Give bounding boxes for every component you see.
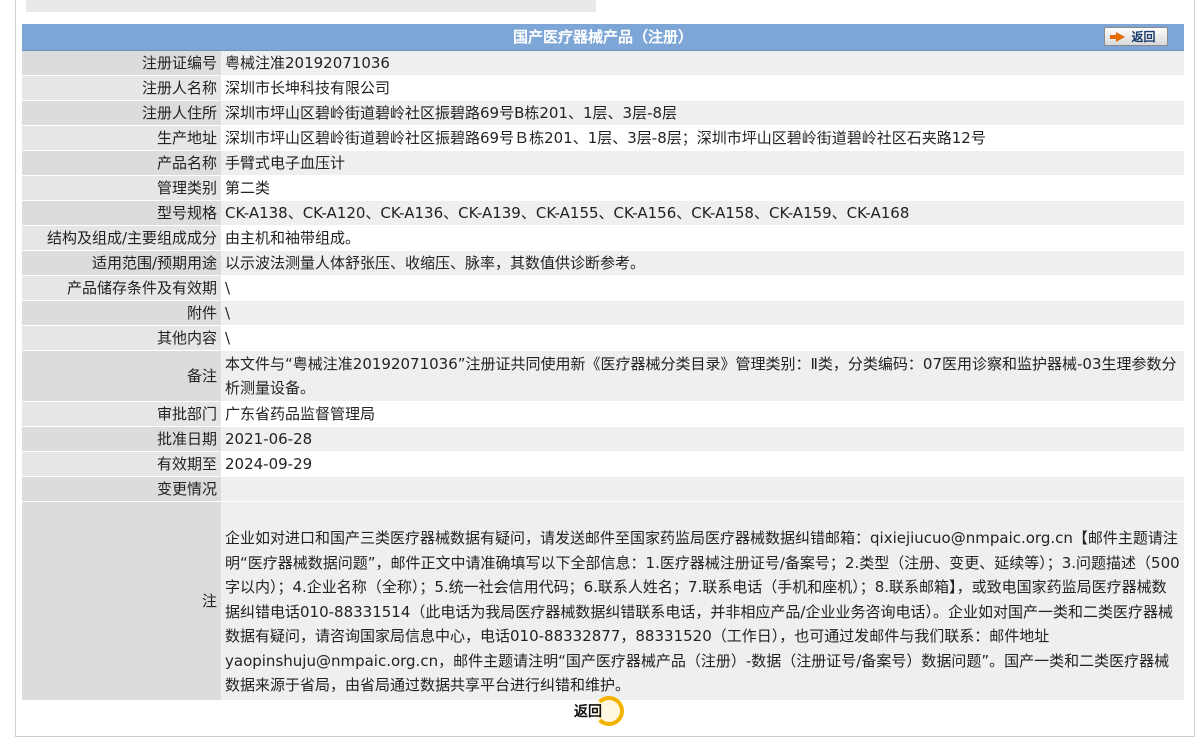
row-value: 第二类	[221, 176, 1184, 201]
row-label: 适用范围/预期用途	[22, 251, 221, 276]
row-label: 结构及组成/主要组成成分	[22, 226, 221, 251]
top-gray-bar	[26, 0, 596, 12]
row-value: \	[221, 301, 1184, 326]
table-row: 适用范围/预期用途 以示波法测量人体舒张压、收缩压、脉率，其数值供诊断参考。	[22, 251, 1184, 276]
back-button-label: 返回	[1131, 30, 1156, 44]
row-value: \	[221, 326, 1184, 351]
table-row: 有效期至 2024-09-29	[22, 452, 1184, 477]
row-label: 附件	[22, 301, 221, 326]
row-label: 注册人名称	[22, 76, 221, 101]
table-row: 批准日期 2021-06-28	[22, 427, 1184, 452]
row-label: 型号规格	[22, 201, 221, 226]
detail-panel: 国产医疗器械产品（注册） 返回 注册证编号 粤械注准20192071036 注册…	[22, 24, 1184, 701]
row-value: 以示波法测量人体舒张压、收缩压、脉率，其数值供诊断参考。	[221, 251, 1184, 276]
row-value: 广东省药品监督管理局	[221, 402, 1184, 427]
table-row: 注册证编号 粤械注准20192071036	[22, 51, 1184, 76]
back-button-bottom-label: 返回	[574, 704, 602, 720]
table-row: 审批部门 广东省药品监督管理局	[22, 402, 1184, 427]
row-value	[221, 477, 1184, 502]
row-value: CK-A138、CK-A120、CK-A136、CK-A139、CK-A155、…	[221, 201, 1184, 226]
row-value: 手臂式电子血压计	[221, 151, 1184, 176]
table-row: 注 企业如对进口和国产三类医疗器械数据有疑问，请发送邮件至国家药监局医疗器械数据…	[22, 502, 1184, 701]
table-row: 附件 \	[22, 301, 1184, 326]
row-label: 产品储存条件及有效期	[22, 276, 221, 301]
row-label: 备注	[22, 351, 221, 402]
table-row: 备注 本文件与“粤械注准20192071036”注册证共同使用新《医疗器械分类目…	[22, 351, 1184, 402]
row-label: 其他内容	[22, 326, 221, 351]
table-row: 型号规格 CK-A138、CK-A120、CK-A136、CK-A139、CK-…	[22, 201, 1184, 226]
back-button-top[interactable]: 返回	[1104, 27, 1168, 46]
row-value: 2021-06-28	[221, 427, 1184, 452]
row-value: 深圳市坪山区碧岭街道碧岭社区振碧路69号B栋201、1层、3层-8层	[221, 101, 1184, 126]
row-value: 深圳市长坤科技有限公司	[221, 76, 1184, 101]
row-value: \	[221, 276, 1184, 301]
row-value: 2024-09-29	[221, 452, 1184, 477]
detail-header: 国产医疗器械产品（注册） 返回	[22, 24, 1184, 51]
table-row: 产品名称 手臂式电子血压计	[22, 151, 1184, 176]
row-label: 有效期至	[22, 452, 221, 477]
table-row: 管理类别 第二类	[22, 176, 1184, 201]
row-label: 审批部门	[22, 402, 221, 427]
table-row: 结构及组成/主要组成成分 由主机和袖带组成。	[22, 226, 1184, 251]
table-row: 产品储存条件及有效期 \	[22, 276, 1184, 301]
row-label: 生产地址	[22, 126, 221, 151]
back-button-bottom[interactable]: 返回	[572, 696, 632, 728]
row-value: 深圳市坪山区碧岭街道碧岭社区振碧路69号Ｂ栋201、1层、3层-8层；深圳市坪山…	[221, 126, 1184, 151]
table-row: 生产地址 深圳市坪山区碧岭街道碧岭社区振碧路69号Ｂ栋201、1层、3层-8层；…	[22, 126, 1184, 151]
row-value: 粤械注准20192071036	[221, 51, 1184, 76]
page-title: 国产医疗器械产品（注册）	[512, 28, 693, 46]
table-row: 变更情况	[22, 477, 1184, 502]
table-row: 注册人名称 深圳市长坤科技有限公司	[22, 76, 1184, 101]
row-label: 批准日期	[22, 427, 221, 452]
row-label: 注册人住所	[22, 101, 221, 126]
row-value: 本文件与“粤械注准20192071036”注册证共同使用新《医疗器械分类目录》管…	[221, 351, 1184, 402]
row-label: 注册证编号	[22, 51, 221, 76]
row-value: 企业如对进口和国产三类医疗器械数据有疑问，请发送邮件至国家药监局医疗器械数据纠错…	[221, 502, 1184, 701]
row-value: 由主机和袖带组成。	[221, 226, 1184, 251]
detail-table: 注册证编号 粤械注准20192071036 注册人名称 深圳市长坤科技有限公司 …	[22, 51, 1184, 701]
row-label: 产品名称	[22, 151, 221, 176]
row-label: 注	[22, 502, 221, 701]
table-row: 其他内容 \	[22, 326, 1184, 351]
row-label: 管理类别	[22, 176, 221, 201]
arrow-right-icon	[1110, 31, 1126, 42]
row-label: 变更情况	[22, 477, 221, 502]
table-row: 注册人住所 深圳市坪山区碧岭街道碧岭社区振碧路69号B栋201、1层、3层-8层	[22, 101, 1184, 126]
